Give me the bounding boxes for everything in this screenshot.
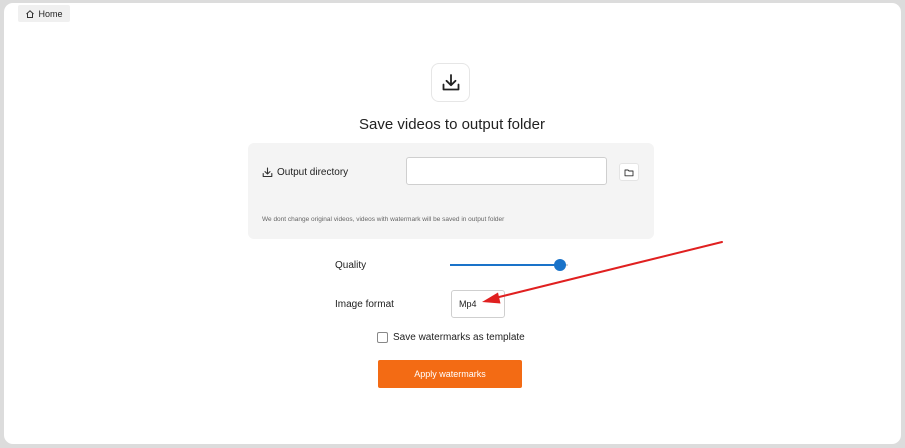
output-directory-input[interactable] bbox=[406, 157, 607, 185]
page-title: Save videos to output folder bbox=[359, 116, 545, 133]
folder-icon bbox=[624, 169, 634, 176]
quality-label: Quality bbox=[335, 260, 367, 271]
output-directory-text: Output directory bbox=[277, 167, 349, 178]
home-icon bbox=[26, 9, 35, 18]
apply-watermarks-button[interactable]: Apply watermarks bbox=[378, 360, 522, 388]
save-template-checkbox[interactable] bbox=[377, 332, 388, 343]
image-format-select[interactable]: Mp4 bbox=[451, 290, 505, 318]
image-format-label: Image format bbox=[335, 299, 394, 310]
quality-slider-thumb[interactable] bbox=[553, 259, 566, 271]
save-template-label: Save watermarks as template bbox=[393, 332, 525, 343]
tab-home-label: Home bbox=[38, 8, 63, 19]
quality-slider[interactable] bbox=[450, 258, 568, 272]
hero-download-icon bbox=[431, 63, 470, 102]
app-window: Home Save videos to output folder Output… bbox=[4, 3, 901, 444]
browse-folder-button[interactable] bbox=[619, 163, 639, 181]
download-icon bbox=[442, 73, 459, 90]
output-panel: Output directory We dont change original… bbox=[248, 143, 654, 239]
download-icon bbox=[262, 167, 273, 178]
output-directory-label: Output directory bbox=[262, 167, 348, 178]
quality-slider-fill bbox=[450, 264, 560, 266]
save-template-row[interactable]: Save watermarks as template bbox=[377, 332, 525, 343]
image-format-value: Mp4 bbox=[459, 299, 477, 309]
output-note: We dont change original videos, videos w… bbox=[262, 216, 505, 223]
tab-home[interactable]: Home bbox=[18, 5, 70, 22]
